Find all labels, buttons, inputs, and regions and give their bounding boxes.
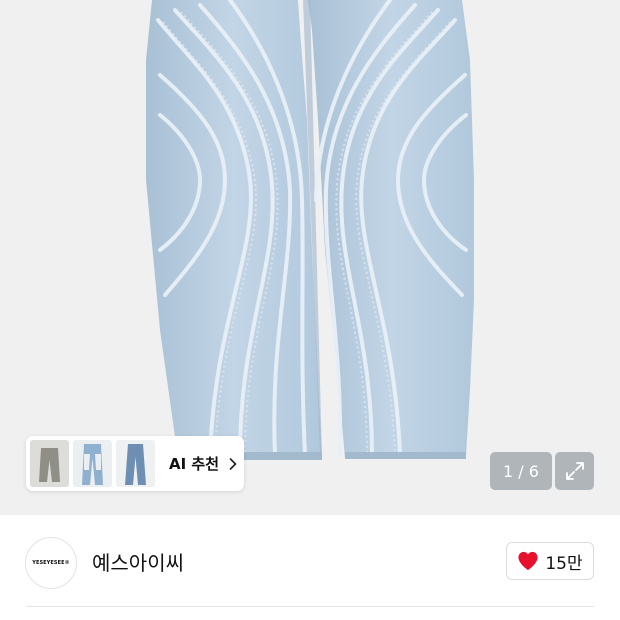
image-counter-text: 1 / 6 (503, 461, 539, 481)
jeans-thumbnail-gray[interactable] (30, 440, 69, 487)
product-page: AI 추천 1 / 6 YESEYESEE® 예스아이씨 15만 (0, 0, 620, 620)
brand-row: YESEYESEE® 예스아이씨 15만 (0, 515, 620, 605)
ai-recommend-link[interactable]: AI 추천 (169, 453, 237, 474)
image-counter: 1 / 6 (490, 452, 552, 490)
jeans-thumbnail-blue[interactable] (116, 440, 155, 487)
jeans-thumbnail-blue-cutout[interactable] (73, 440, 112, 487)
brand-name[interactable]: 예스아이씨 (92, 547, 184, 576)
chevron-right-icon (229, 457, 237, 470)
product-image-gallery[interactable]: AI 추천 1 / 6 (0, 0, 620, 515)
section-divider (26, 606, 594, 607)
ai-recommend-strip[interactable]: AI 추천 (26, 436, 244, 491)
like-count: 15만 (545, 553, 583, 574)
expand-icon (565, 462, 584, 480)
ai-recommend-label: AI 추천 (169, 455, 220, 473)
expand-image-button[interactable] (555, 452, 594, 490)
like-button[interactable]: 15만 (506, 542, 594, 580)
brand-logo-text: YESEYESEE® (32, 560, 70, 566)
heart-icon (518, 551, 538, 571)
brand-logo[interactable]: YESEYESEE® (25, 537, 77, 589)
